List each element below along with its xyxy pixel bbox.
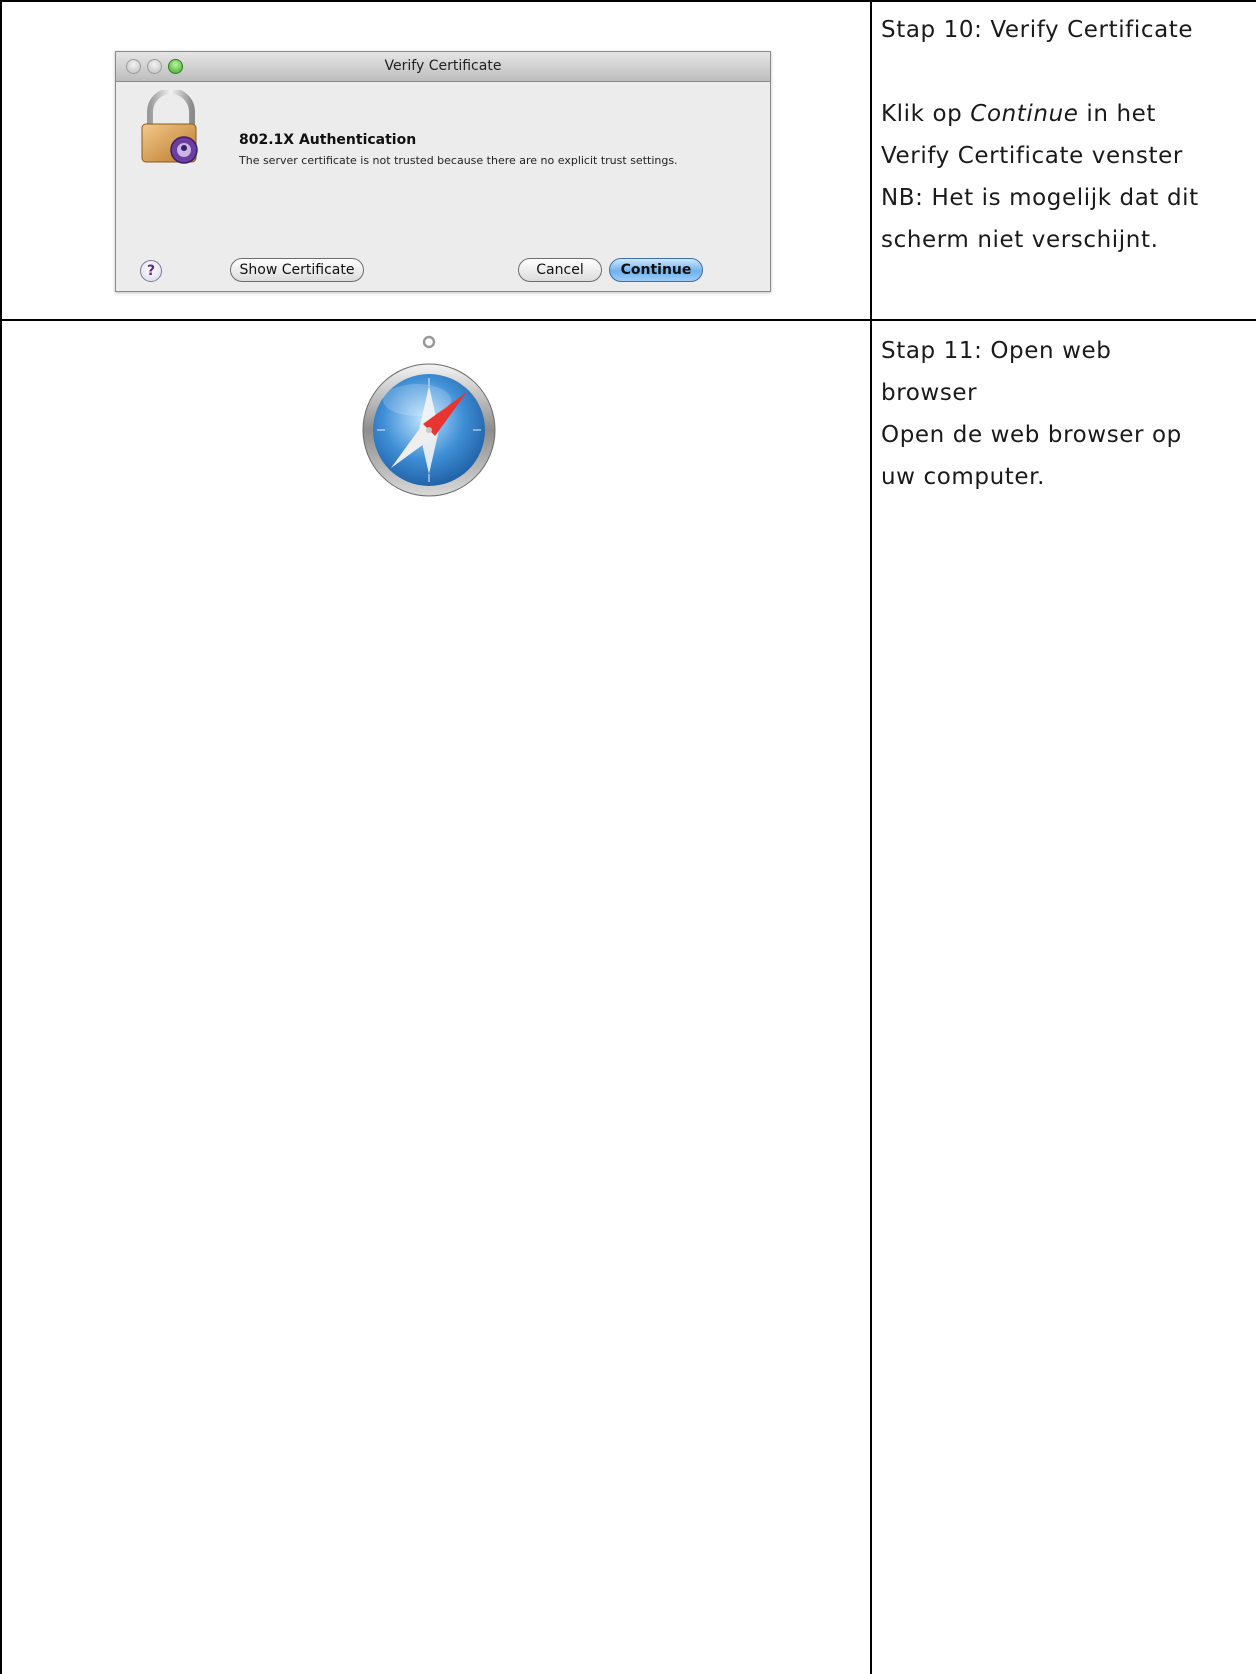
step-10-text: Stap 10: Verify Certificate Klik op Cont…: [881, 9, 1256, 261]
safari-compass-icon: [362, 335, 496, 497]
step-10-note-line: NB: Het is mogelijk dat dit: [881, 185, 1199, 211]
verify-certificate-dialog: Verify Certificate 802.1X Authentication…: [115, 51, 771, 292]
cancel-button[interactable]: Cancel: [518, 258, 602, 282]
step-11-title: Stap 11: Open web: [881, 338, 1112, 364]
dialog-heading: 802.1X Authentication: [239, 132, 417, 148]
padlock-certificate-icon: [141, 90, 198, 164]
help-button[interactable]: ?: [140, 260, 162, 282]
continue-button[interactable]: Continue: [609, 258, 703, 282]
dialog-title: Verify Certificate: [384, 58, 502, 74]
step-10-title: Stap 10: Verify Certificate: [881, 17, 1194, 43]
step-11-text: Stap 11: Open web browser Open de web br…: [881, 330, 1256, 498]
step-11-title-line-2: browser: [881, 380, 978, 406]
row-divider: [0, 319, 1256, 321]
step-11-instruction: Open de web browser op: [881, 422, 1182, 448]
column-divider: [870, 0, 872, 1674]
step-10-line-4: Verify Certificate venster: [881, 143, 1183, 169]
step-10-blank-line: [881, 51, 1256, 93]
table-border-left: [0, 0, 2, 1674]
step-11-instruction-line-2: uw computer.: [881, 464, 1046, 490]
step-10-instruction-line: Klik op Continue in het: [881, 101, 1157, 127]
continue-emphasis: Continue: [970, 101, 1079, 127]
show-certificate-button[interactable]: Show Certificate: [230, 258, 364, 282]
step-10-note-line-2: scherm niet verschijnt.: [881, 227, 1159, 253]
dialog-titlebar: Verify Certificate: [116, 52, 770, 82]
dialog-message: The server certificate is not trusted be…: [239, 154, 678, 167]
table-border-top: [0, 0, 1256, 2]
